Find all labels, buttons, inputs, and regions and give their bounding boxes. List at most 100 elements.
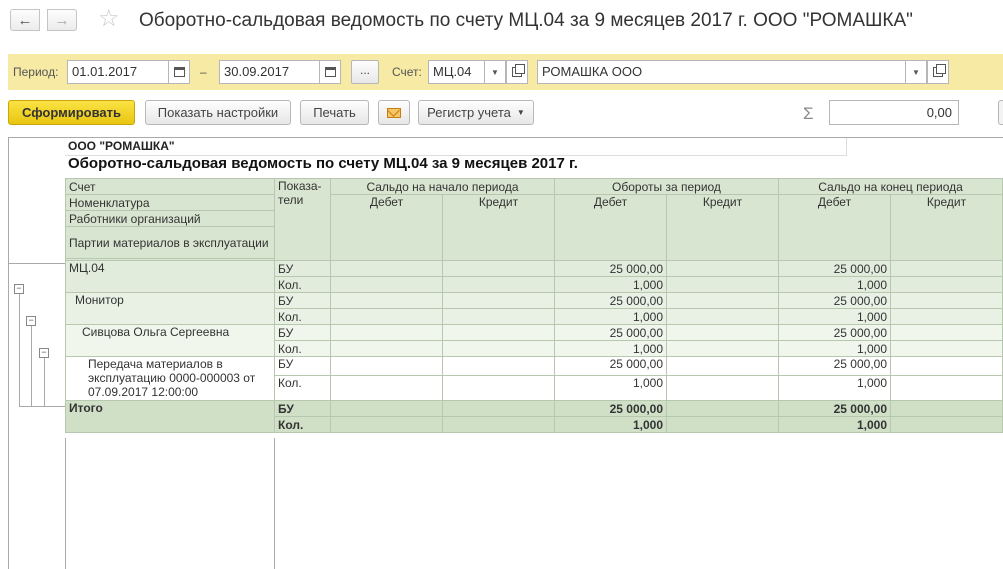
forward-button[interactable]: →	[47, 9, 77, 31]
value-cell	[666, 276, 779, 293]
report-organization: ООО "РОМАШКА"	[65, 138, 847, 156]
value-cell: 25 000,00	[554, 324, 667, 341]
header-account: Счет	[65, 178, 275, 195]
value-cell	[666, 356, 779, 376]
value-cell	[442, 374, 555, 402]
indicator-cell: БУ	[274, 260, 331, 277]
header-credit: Кредит	[890, 194, 1003, 261]
report-title: Оборотно-сальдовая ведомость по счету МЦ…	[68, 155, 578, 172]
chevron-down-icon: ▼	[491, 67, 499, 77]
value-cell	[442, 260, 555, 277]
value-cell: 25 000,00	[554, 356, 667, 376]
open-form-icon	[512, 64, 525, 77]
account-label: Счет:	[392, 65, 422, 79]
value-cell	[666, 292, 779, 309]
register-button[interactable]: Регистр учета ▼	[418, 100, 534, 125]
account-open-button[interactable]	[506, 60, 528, 84]
register-button-label: Регистр учета	[427, 105, 511, 120]
value-cell	[890, 292, 1003, 309]
send-email-button[interactable]	[378, 100, 410, 125]
value-cell	[330, 356, 443, 376]
value-cell	[442, 292, 555, 309]
period-select-button[interactable]: ...	[351, 60, 379, 84]
value-cell	[890, 356, 1003, 376]
star-icon[interactable]: ☆	[98, 6, 120, 32]
indicator-cell: Кол.	[274, 374, 331, 402]
organization-dropdown-button[interactable]: ▼	[905, 60, 927, 84]
value-cell: 1,000	[778, 374, 891, 402]
value-cell	[330, 340, 443, 357]
date-from-calendar-button[interactable]	[168, 60, 190, 84]
total-value-cell: 1,000	[554, 416, 667, 433]
show-settings-button[interactable]: Показать настройки	[145, 100, 291, 125]
value-cell: 1,000	[778, 340, 891, 357]
value-cell	[330, 308, 443, 325]
date-to-field[interactable]: 30.09.2017	[219, 60, 329, 84]
value-cell	[442, 340, 555, 357]
indicator-cell: БУ	[274, 324, 331, 341]
header-employees: Работники организаций	[65, 210, 275, 227]
generate-button[interactable]: Сформировать	[8, 100, 135, 125]
collapse-group-toggle[interactable]: −	[14, 284, 24, 294]
arrow-left-icon: ←	[17, 11, 33, 29]
row-nomenclature[interactable]: Монитор	[65, 292, 275, 325]
value-cell: 1,000	[554, 340, 667, 357]
header-opening-balance: Сальдо на начало периода	[330, 178, 555, 195]
header-indicators: Показа- тели	[274, 178, 331, 261]
header-nomenclature: Номенклатура	[65, 194, 275, 211]
account-field[interactable]: МЦ.04	[428, 60, 488, 84]
title-bar: ← → ☆ Оборотно-сальдовая ведомость по сч…	[0, 0, 1003, 46]
calendar-icon	[324, 67, 336, 77]
value-cell	[890, 324, 1003, 341]
row-account[interactable]: МЦ.04	[65, 260, 275, 293]
collapse-group-toggle[interactable]: −	[26, 316, 36, 326]
total-value-cell: 25 000,00	[778, 400, 891, 417]
value-cell: 25 000,00	[778, 260, 891, 277]
value-cell: 1,000	[554, 308, 667, 325]
header-turnover: Обороты за период	[554, 178, 779, 195]
print-button[interactable]: Печать	[300, 100, 369, 125]
back-button[interactable]: ←	[10, 9, 40, 31]
value-cell	[666, 324, 779, 341]
row-batch[interactable]: Передача материалов в эксплуатацию 0000-…	[65, 356, 275, 401]
value-cell	[442, 276, 555, 293]
sum-field[interactable]: 0,00	[829, 100, 959, 125]
value-cell	[666, 260, 779, 277]
row-employee[interactable]: Сивцова Ольга Сергеевна	[65, 324, 275, 357]
account-dropdown-button[interactable]: ▼	[484, 60, 506, 84]
collapse-group-toggle[interactable]: −	[39, 348, 49, 358]
organization-open-button[interactable]	[927, 60, 949, 84]
value-cell: 25 000,00	[778, 356, 891, 376]
value-cell	[330, 374, 443, 402]
value-cell	[330, 276, 443, 293]
column-divider	[274, 438, 275, 569]
indicator-cell: БУ	[274, 400, 331, 417]
total-value-cell	[330, 400, 443, 417]
value-cell: 25 000,00	[554, 292, 667, 309]
period-label: Период:	[13, 65, 59, 79]
header-closing-balance: Сальдо на конец периода	[778, 178, 1003, 195]
indicator-cell: Кол.	[274, 340, 331, 357]
value-cell	[330, 292, 443, 309]
open-form-icon	[933, 64, 946, 77]
value-cell	[666, 374, 779, 402]
total-value-cell	[890, 400, 1003, 417]
report-spreadsheet[interactable]: ООО "РОМАШКА" Оборотно-сальдовая ведомос…	[8, 137, 1003, 569]
value-cell	[890, 276, 1003, 293]
header-batches: Партии материалов в эксплуатации	[65, 226, 275, 259]
total-label: Итого	[65, 400, 275, 433]
total-value-cell	[666, 416, 779, 433]
more-button[interactable]	[998, 100, 1003, 125]
value-cell	[666, 340, 779, 357]
date-from-field[interactable]: 01.01.2017	[67, 60, 177, 84]
value-cell: 25 000,00	[778, 292, 891, 309]
arrow-right-icon: →	[54, 11, 70, 29]
indicator-cell: Кол.	[274, 308, 331, 325]
organization-field[interactable]: РОМАШКА ООО	[537, 60, 912, 84]
date-to-calendar-button[interactable]	[319, 60, 341, 84]
value-cell: 1,000	[778, 308, 891, 325]
total-value-cell	[442, 400, 555, 417]
column-divider	[65, 438, 66, 569]
value-cell	[442, 324, 555, 341]
header-debit: Дебет	[778, 194, 891, 261]
